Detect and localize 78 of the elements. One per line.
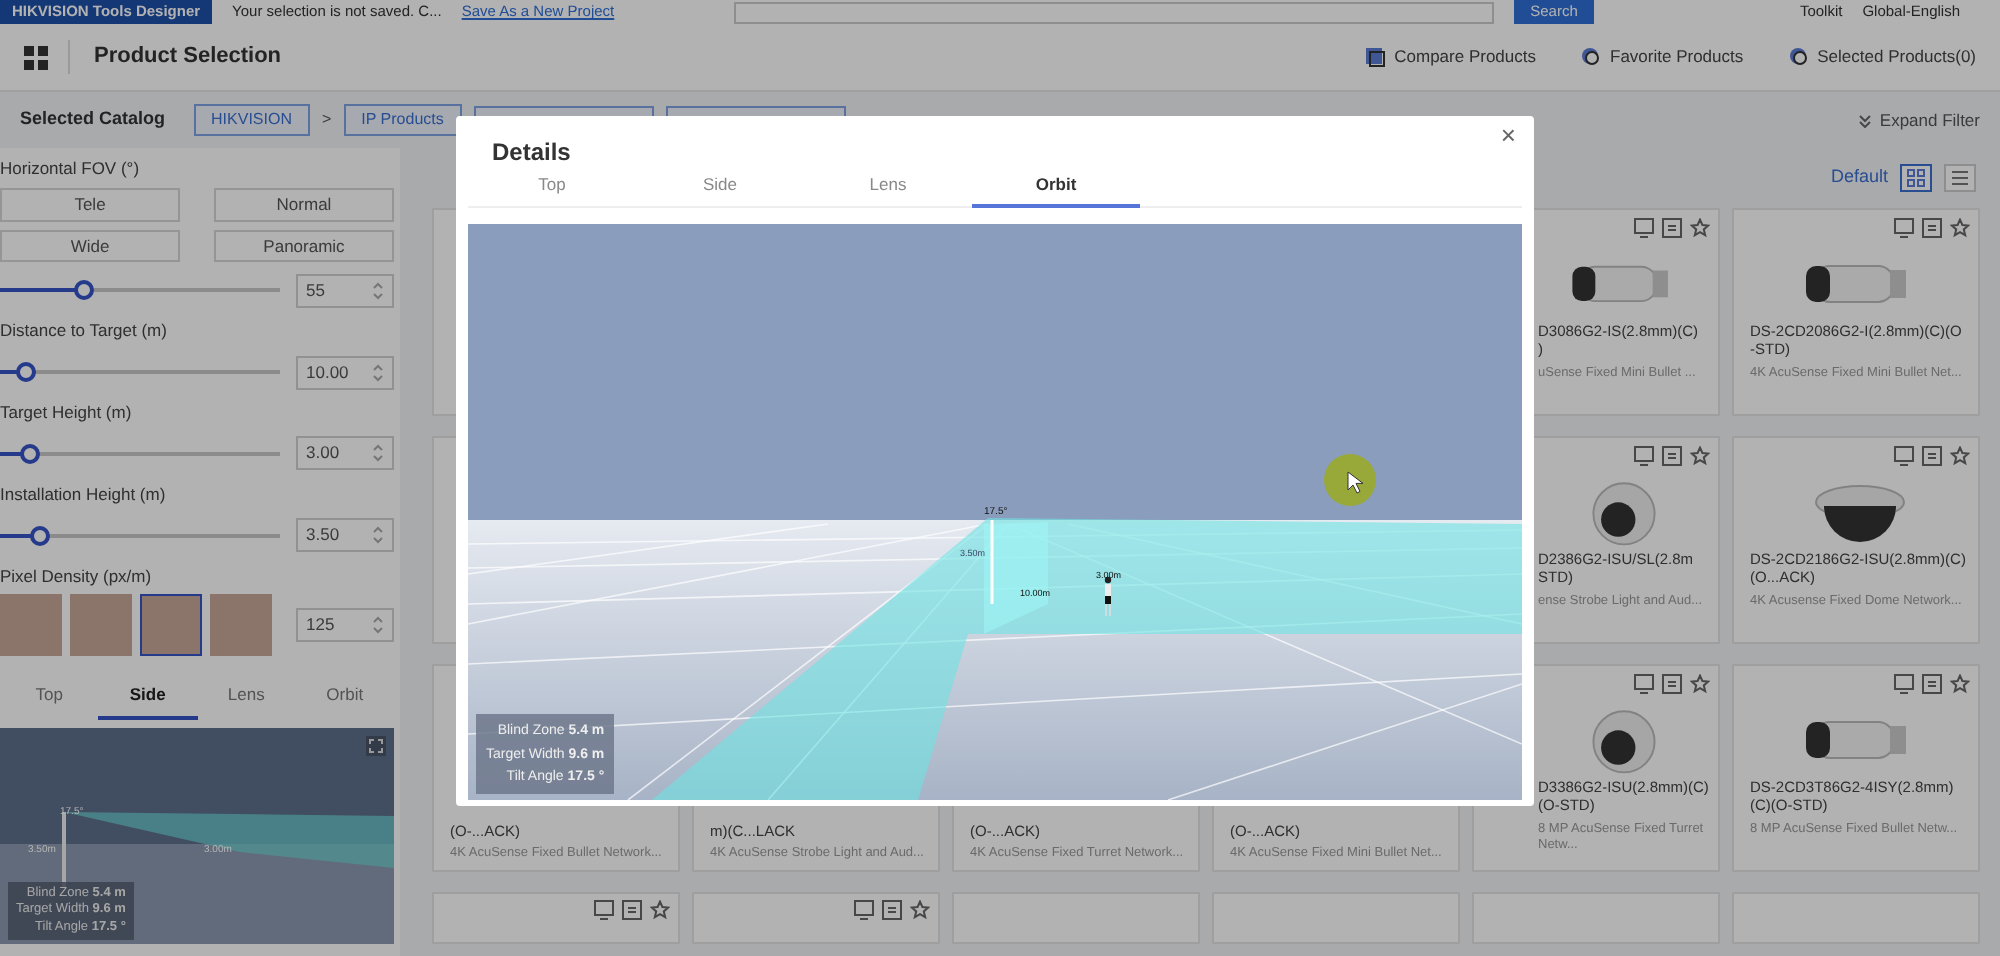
compare-icon bbox=[1364, 46, 1387, 68]
slider-handle[interactable] bbox=[15, 362, 36, 382]
field-label: Pixel Density (px/m) bbox=[0, 563, 154, 589]
chevron-down-icon bbox=[1857, 113, 1872, 127]
header-action-link[interactable]: Favorite Products bbox=[1610, 44, 1744, 70]
page-title: Product Selection bbox=[68, 40, 282, 74]
view-tab[interactable]: Lens bbox=[804, 168, 972, 208]
slider-handle[interactable] bbox=[74, 280, 94, 301]
star-icon[interactable] bbox=[1690, 446, 1710, 466]
star-icon[interactable] bbox=[1690, 674, 1710, 694]
grid-view-button[interactable] bbox=[1900, 164, 1932, 192]
document-icon[interactable] bbox=[1662, 218, 1682, 238]
breadcrumb-separator: > bbox=[321, 108, 332, 132]
field-label: Installation Height (m) bbox=[0, 481, 168, 507]
field-label: Target Height (m) bbox=[0, 400, 134, 426]
document-icon[interactable] bbox=[1662, 674, 1682, 694]
preset-button[interactable]: Normal bbox=[214, 187, 394, 221]
monitor-icon[interactable] bbox=[854, 900, 874, 920]
view-tab[interactable]: Side bbox=[98, 672, 197, 720]
catalog-chip[interactable]: IP Products bbox=[343, 104, 462, 136]
number-field[interactable]: 125 bbox=[296, 608, 394, 643]
field-label: Horizontal FOV (°) bbox=[0, 156, 142, 182]
star-icon[interactable] bbox=[1950, 446, 1970, 466]
slider-handle[interactable] bbox=[29, 525, 50, 545]
view-tab[interactable]: Top bbox=[0, 672, 99, 720]
view-tab[interactable]: Top bbox=[468, 168, 636, 208]
view-tab[interactable]: Side bbox=[636, 168, 804, 208]
document-icon[interactable] bbox=[1922, 446, 1942, 466]
preset-button[interactable]: Tele bbox=[0, 187, 180, 221]
header-action-link[interactable]: Selected Products(0) bbox=[1817, 44, 1976, 70]
product-card[interactable] bbox=[692, 892, 940, 944]
monitor-icon[interactable] bbox=[1894, 674, 1914, 694]
preset-button[interactable]: Wide bbox=[0, 229, 180, 263]
search-field[interactable] bbox=[734, 1, 1495, 23]
view-tab[interactable]: Lens bbox=[197, 672, 296, 720]
field-label: Distance to Target (m) bbox=[0, 318, 169, 344]
catalog-label: Selected Catalog bbox=[20, 106, 166, 133]
selection-icon bbox=[1787, 46, 1810, 68]
expand-filter-link[interactable]: Expand Filter bbox=[1879, 107, 1980, 133]
star-icon[interactable] bbox=[1950, 218, 1970, 238]
person-figure-drawing bbox=[1104, 576, 1112, 617]
catalog-chip[interactable]: HIKVISION bbox=[193, 104, 310, 136]
sort-dropdown[interactable]: Default bbox=[1830, 164, 1888, 192]
view-tab[interactable]: Orbit bbox=[972, 168, 1140, 208]
document-icon[interactable] bbox=[1922, 218, 1942, 238]
photo-placeholder[interactable] bbox=[140, 594, 202, 657]
number-field[interactable]: 3.50 bbox=[296, 518, 394, 552]
product-card[interactable] bbox=[432, 892, 680, 944]
document-icon[interactable] bbox=[1922, 674, 1942, 694]
monitor-icon[interactable] bbox=[1634, 446, 1654, 466]
monitor-icon[interactable] bbox=[1634, 218, 1654, 238]
favorites-icon bbox=[1580, 46, 1602, 68]
cursor-highlight bbox=[1324, 454, 1376, 506]
monitor-icon[interactable] bbox=[1894, 446, 1914, 466]
expand-icon[interactable] bbox=[366, 736, 386, 756]
star-icon[interactable] bbox=[650, 900, 670, 920]
preset-button[interactable]: Panoramic bbox=[214, 229, 394, 263]
document-icon[interactable] bbox=[622, 900, 642, 920]
header-action-link[interactable]: Compare Products bbox=[1394, 44, 1536, 70]
close-button[interactable]: × bbox=[1494, 120, 1522, 152]
number-field[interactable]: 55 bbox=[296, 273, 394, 308]
monitor-icon[interactable] bbox=[1634, 674, 1654, 694]
number-field[interactable]: 10.00 bbox=[296, 355, 394, 389]
star-icon[interactable] bbox=[910, 900, 930, 920]
dialog-title: Details bbox=[492, 136, 571, 168]
star-icon[interactable] bbox=[1690, 218, 1710, 238]
list-view-button[interactable] bbox=[1944, 164, 1976, 192]
monitor-icon[interactable] bbox=[1894, 218, 1914, 238]
document-icon[interactable] bbox=[882, 900, 902, 920]
list-icon bbox=[1950, 168, 1970, 188]
view-tab[interactable]: Orbit bbox=[295, 672, 394, 720]
slider-handle[interactable] bbox=[20, 443, 41, 464]
grid-icon bbox=[1906, 168, 1926, 188]
star-icon[interactable] bbox=[1950, 674, 1970, 694]
apps-grid-icon[interactable] bbox=[24, 45, 48, 69]
number-field[interactable]: 3.00 bbox=[296, 436, 394, 471]
document-icon[interactable] bbox=[1662, 446, 1682, 466]
monitor-icon[interactable] bbox=[594, 900, 614, 920]
